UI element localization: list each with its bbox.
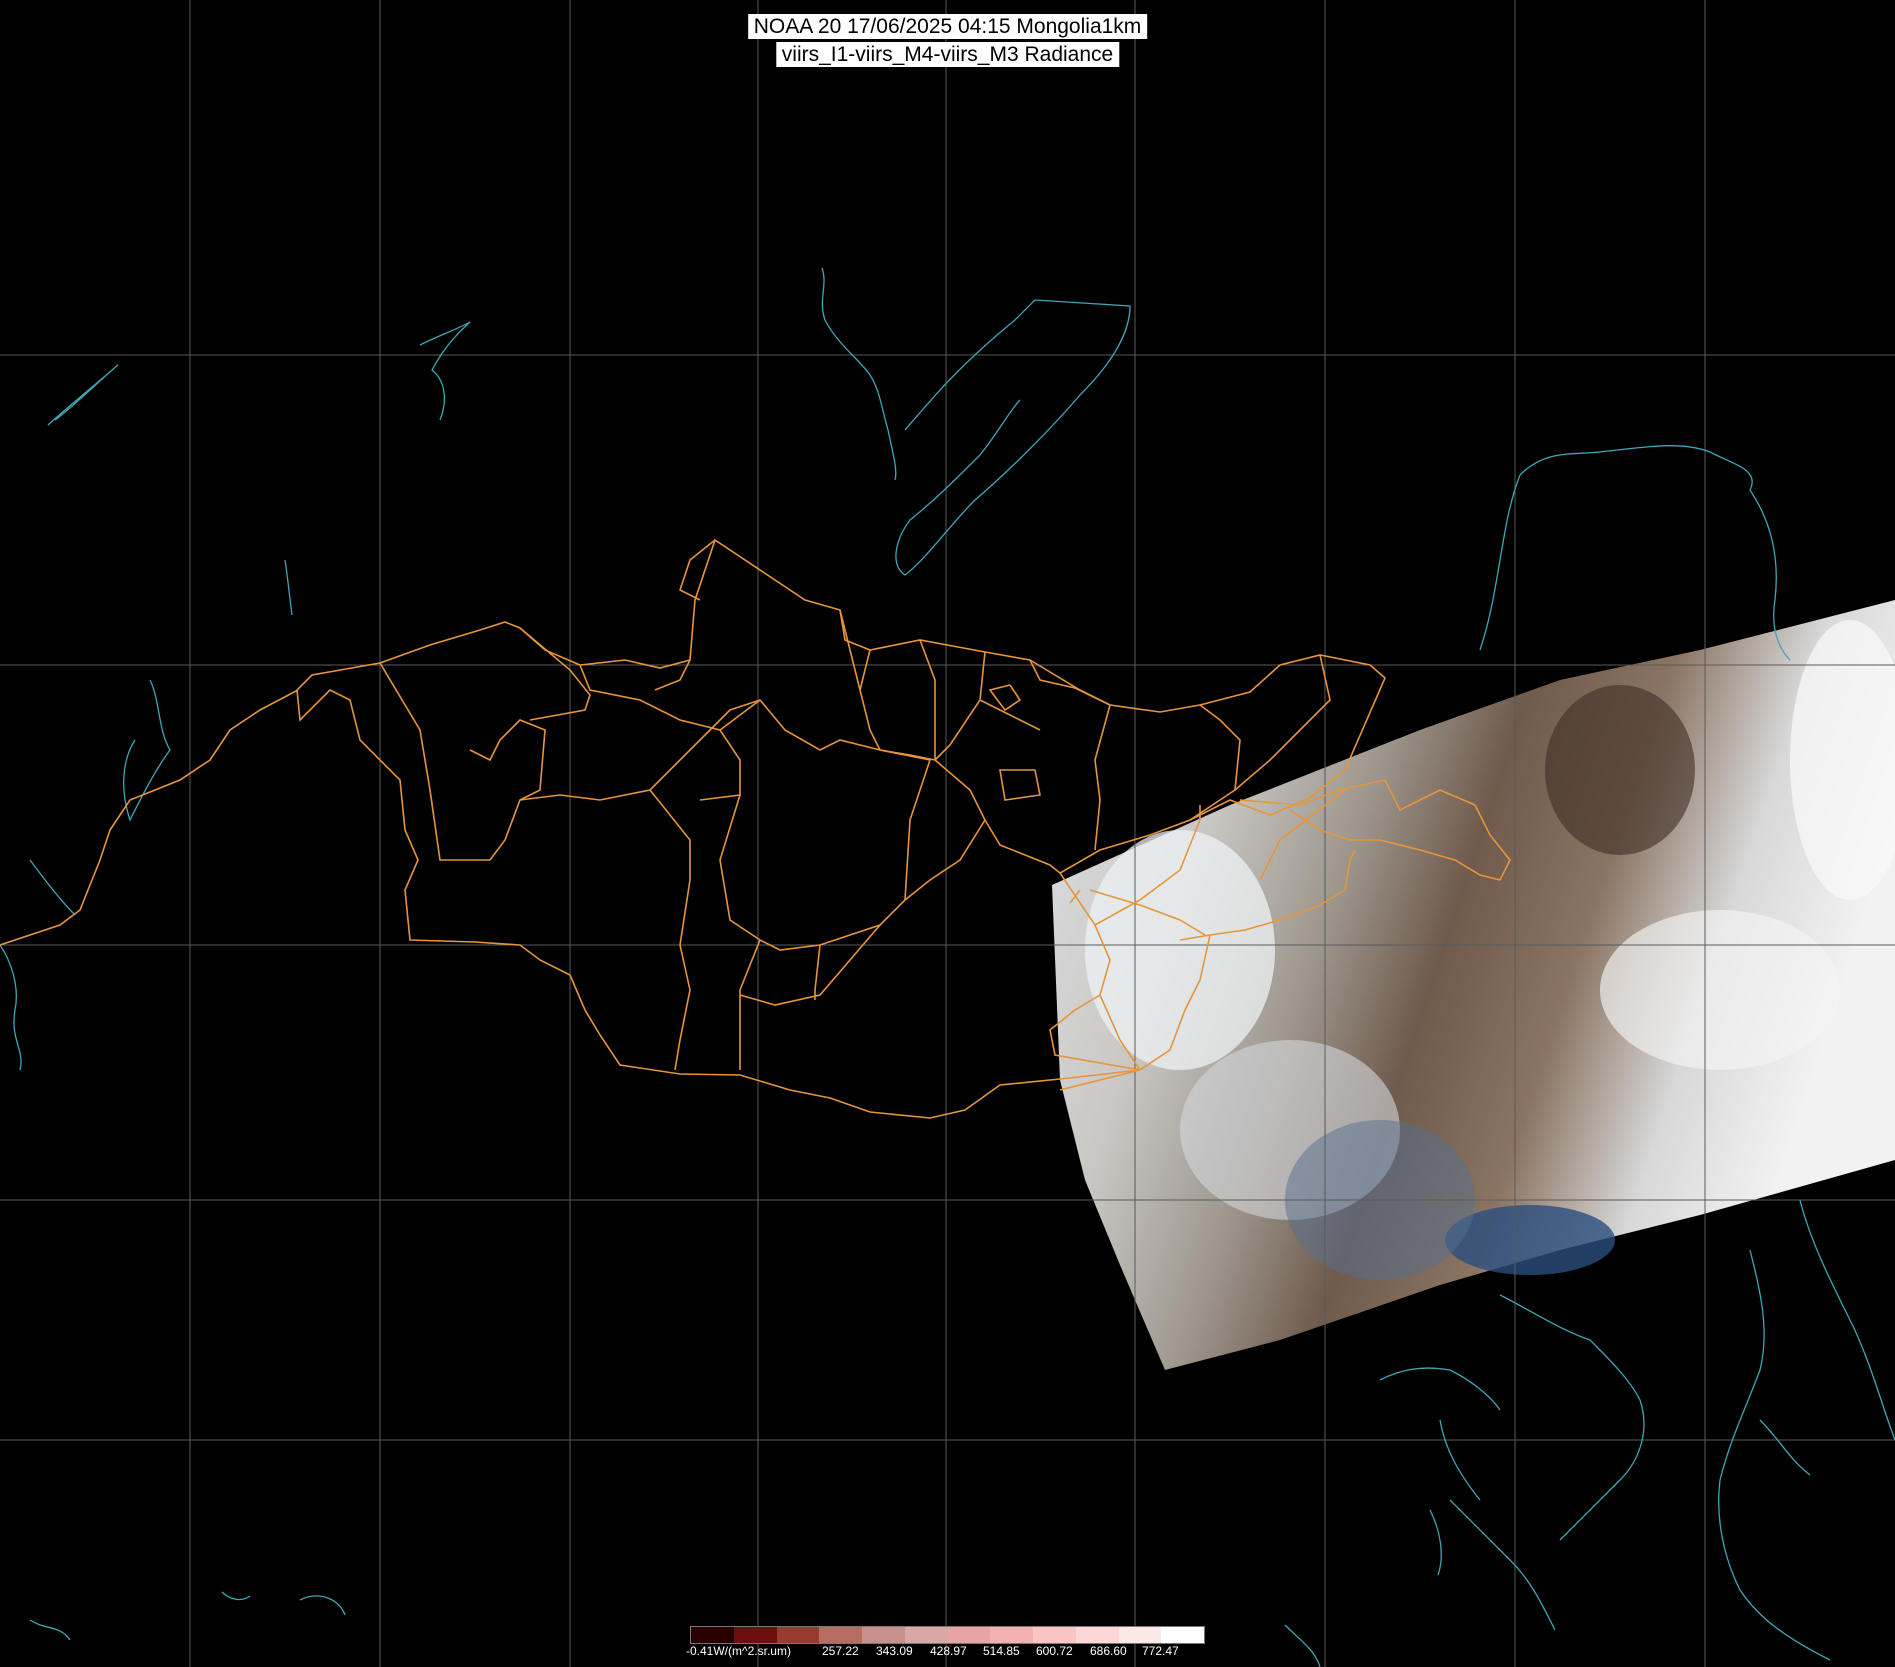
colorbar-tick-label: 257.22 [822,1644,859,1658]
colorbar-swatch [1033,1627,1076,1643]
colorbar-tick-label: -0.41W/(m^2.sr.um) [686,1644,791,1658]
colorbar-swatch [862,1627,905,1643]
colorbar-tick-label: 343.09 [876,1644,913,1658]
colorbar-swatch [819,1627,862,1643]
colorbar-swatch [1075,1627,1119,1643]
colorbar-swatch [733,1627,777,1643]
colorbar-swatch [691,1627,734,1643]
colorbar-tick-label: 600.72 [1036,1644,1073,1658]
map-title-line1: NOAA 20 17/06/2025 04:15 Mongolia1km [747,14,1148,39]
colorbar-swatch [1161,1627,1204,1643]
colorbar-tick-label: 686.60 [1090,1644,1127,1658]
colorbar-tick-label: 514.85 [983,1644,1020,1658]
satellite-swath-image [1052,600,1895,1370]
colorbar-tick-label: 772.47 [1142,1644,1179,1658]
colorbar-swatch [947,1627,991,1643]
colorbar-swatch [776,1627,820,1643]
satellite-map [0,0,1895,1667]
colorbar-swatch [990,1627,1033,1643]
colorbar-swatch [1118,1627,1162,1643]
colorbar-swatch [904,1627,948,1643]
colorbar-tick-label: 428.97 [930,1644,967,1658]
map-title-line2: viirs_I1-viirs_M4-viirs_M3 Radiance [775,42,1120,67]
colorbar [690,1626,1205,1644]
colorbar-labels: -0.41W/(m^2.sr.um) 257.22 343.09 428.97 514.… [686,1644,1226,1662]
